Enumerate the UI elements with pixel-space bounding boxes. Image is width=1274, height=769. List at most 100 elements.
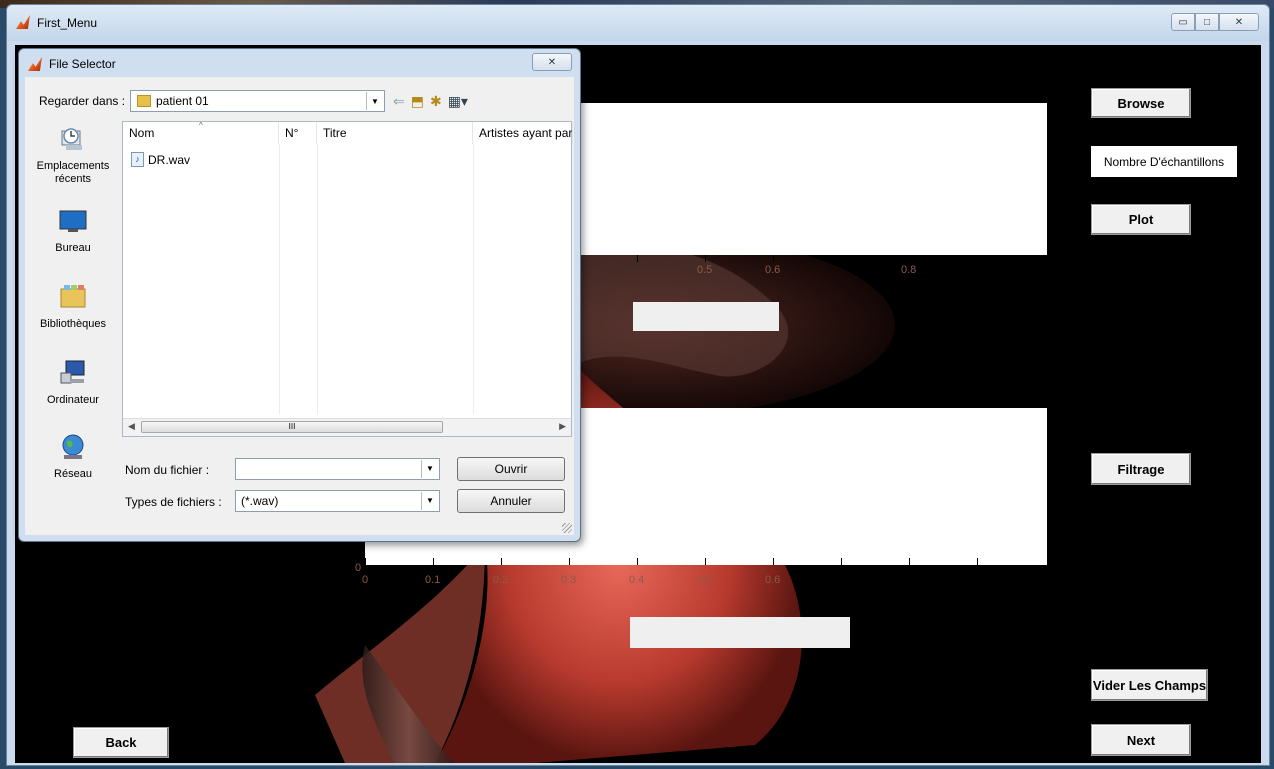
tick-mark (773, 558, 774, 565)
place-desktop[interactable]: Bureau (29, 207, 117, 255)
plot-button[interactable]: Plot (1091, 204, 1191, 235)
axes-top[interactable] (575, 103, 1047, 255)
scrollbar-thumb[interactable]: III (141, 421, 443, 433)
scroll-left-icon[interactable]: ◀ (128, 421, 135, 432)
axis-tick-label: 0 (362, 574, 369, 586)
open-button[interactable]: Ouvrir (457, 457, 565, 481)
dialog-titlebar[interactable]: File Selector ✕ (19, 49, 580, 77)
filetype-value: (*.wav) (241, 494, 279, 508)
chevron-down-icon[interactable]: ▼ (421, 492, 438, 510)
close-button[interactable]: ✕ (1219, 13, 1259, 31)
axis-tick-label: 0.6 (765, 264, 781, 276)
window-titlebar[interactable]: First_Menu ▭ □ ✕ (7, 5, 1269, 41)
next-button[interactable]: Next (1091, 724, 1191, 756)
audio-file-icon: ♪ (131, 152, 144, 167)
axis-tick-label: 0.3 (561, 574, 577, 586)
place-label: Emplacements récents (36, 160, 110, 185)
look-in-value: patient 01 (156, 94, 209, 108)
tick-mark (977, 255, 978, 262)
column-header-artists[interactable]: Artistes ayant par (473, 122, 573, 144)
dialog-close-button[interactable]: ✕ (532, 53, 572, 71)
column-header-title[interactable]: Titre (317, 122, 473, 144)
up-folder-icon[interactable]: ⬒ (411, 93, 424, 110)
maximize-button[interactable]: □ (1195, 13, 1219, 31)
place-network[interactable]: Réseau (29, 433, 117, 481)
place-computer[interactable]: Ordinateur (29, 359, 117, 407)
place-libraries[interactable]: Bibliothèques (29, 283, 117, 331)
clear-fields-button[interactable]: Vider Les Champs (1091, 669, 1208, 701)
network-globe-icon (62, 434, 84, 459)
filename-input[interactable]: ▼ (235, 458, 440, 480)
tick-mark (909, 255, 910, 262)
browse-button[interactable]: Browse (1091, 88, 1191, 118)
scroll-right-icon[interactable]: ▶ (559, 421, 566, 432)
back-arrow-icon[interactable]: ⇐ (393, 93, 405, 110)
window-title: First_Menu (37, 16, 98, 30)
tick-mark (773, 255, 774, 262)
window-controls: ▭ □ ✕ (1171, 13, 1259, 31)
column-divider (317, 144, 318, 414)
axis-tick-label: 0.8 (901, 264, 917, 276)
axis-tick-label: 0.4 (629, 574, 645, 586)
sort-arrow-icon: ^ (199, 121, 203, 130)
chevron-down-icon[interactable]: ▼ (421, 460, 438, 478)
axis-tick-label: 0.6 (765, 574, 781, 586)
tick-mark (841, 558, 842, 565)
look-in-dropdown[interactable]: patient 01 ▼ (130, 90, 385, 112)
libraries-icon (60, 285, 86, 308)
column-header-name[interactable]: Nom ^ (123, 121, 279, 144)
matlab-icon (15, 14, 31, 30)
computer-icon (60, 360, 85, 384)
filename-label: Nom du fichier : (125, 463, 210, 477)
axis-y-label: 0 (355, 562, 362, 574)
dialog-toolbar: ⇐ ⬒ ✱ ▦▾ (393, 90, 468, 112)
cancel-button[interactable]: Annuler (457, 489, 565, 513)
desktop-icon (59, 210, 87, 232)
minimize-button[interactable]: ▭ (1171, 13, 1195, 31)
axis-tick-label: 0.1 (425, 574, 441, 586)
look-in-label: Regarder dans : (39, 94, 126, 108)
dialog-body: Regarder dans : patient 01 ▼ ⇐ ⬒ ✱ ▦▾ Em… (25, 77, 574, 535)
result-field-top (633, 302, 779, 331)
column-name-label: Nom (129, 126, 155, 140)
file-list-item[interactable]: ♪ DR.wav (131, 152, 190, 167)
resize-grip-icon[interactable] (562, 523, 572, 533)
new-folder-icon[interactable]: ✱ (430, 93, 442, 110)
chevron-down-icon[interactable]: ▼ (366, 92, 383, 110)
tick-mark (705, 255, 706, 262)
tick-mark (977, 558, 978, 565)
result-field-bottom (630, 617, 850, 648)
tick-mark (433, 558, 434, 565)
filtrage-button[interactable]: Filtrage (1091, 453, 1191, 485)
tick-mark (705, 558, 706, 565)
axis-tick-label: 0.5 (697, 264, 713, 276)
dialog-title: File Selector (49, 57, 116, 71)
filetype-label: Types de fichiers : (125, 495, 222, 509)
axis-tick-label: 0.2 (493, 574, 509, 586)
tick-mark (841, 255, 842, 262)
view-menu-icon[interactable]: ▦▾ (448, 93, 468, 110)
tick-mark (569, 558, 570, 565)
filetype-dropdown[interactable]: (*.wav) ▼ (235, 490, 440, 512)
places-bar: Emplacements récents Bureau Bibliothèque… (29, 121, 117, 533)
tick-mark (637, 255, 638, 262)
place-recent[interactable]: Emplacements récents (29, 125, 117, 186)
column-divider (279, 144, 280, 414)
axis-tick-label: 0.5 (697, 574, 713, 586)
sample-count-field[interactable]: Nombre D'échantillons (1091, 146, 1237, 177)
place-label: Réseau (54, 468, 92, 480)
tick-mark (909, 558, 910, 565)
column-header-number[interactable]: N° (279, 122, 317, 144)
folder-icon (137, 94, 151, 107)
matlab-icon (27, 56, 43, 72)
recent-places-icon (61, 128, 82, 150)
place-label: Bureau (55, 242, 91, 254)
tick-mark (365, 558, 366, 565)
horizontal-scrollbar[interactable]: ◀ III ▶ (123, 418, 571, 436)
back-button[interactable]: Back (73, 727, 169, 758)
file-list[interactable]: Nom ^ N° Titre Artistes ayant par ♪ DR.w… (122, 121, 573, 437)
place-label: Ordinateur (47, 394, 99, 406)
file-name: DR.wav (148, 152, 191, 167)
place-label: Bibliothèques (39, 318, 107, 330)
tick-mark (501, 558, 502, 565)
